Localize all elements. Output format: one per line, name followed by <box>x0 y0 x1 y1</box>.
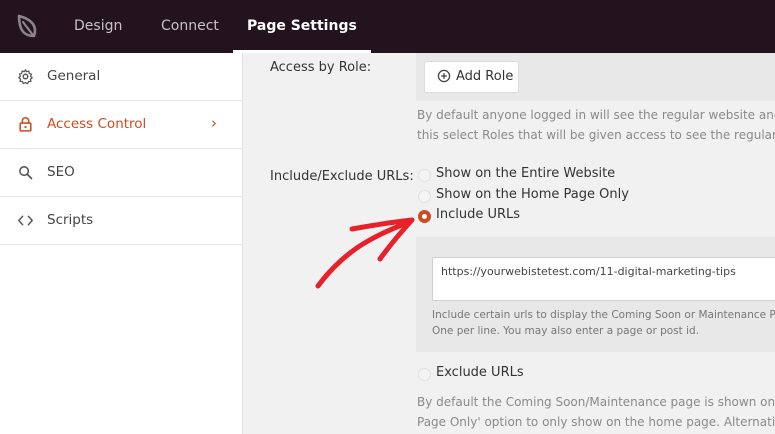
help-text-line: By default anyone logged in will see the… <box>417 108 775 122</box>
sidebar-item-access-control[interactable]: Access Control › <box>0 101 243 149</box>
radio-button[interactable] <box>418 190 431 203</box>
sidebar-item-label: SEO <box>47 164 75 180</box>
sidebar-item-scripts[interactable]: Scripts <box>0 197 243 245</box>
radio-label: Show on the Entire Website <box>436 166 616 181</box>
radio-button-selected[interactable] <box>418 210 431 223</box>
plus-circle-icon <box>437 69 451 83</box>
tab-design[interactable]: Design <box>74 0 122 53</box>
access-by-role-label: Access by Role: <box>270 60 372 75</box>
settings-sidebar: General Access Control › SEO Scripts <box>0 53 243 434</box>
include-exclude-urls-label: Include/Exclude URLs: <box>270 169 414 184</box>
include-urls-help: Include certain urls to display the Comi… <box>432 307 775 339</box>
help-text-line: One per line. You may also enter a page … <box>432 325 700 337</box>
help-text-line: Include certain urls to display the Comi… <box>432 309 775 321</box>
help-text-line: Page Only' option to only show on the ho… <box>417 415 775 429</box>
tab-page-settings[interactable]: Page Settings <box>233 0 371 53</box>
sidebar-item-label: General <box>47 68 101 84</box>
exclude-urls-help: By default the Coming Soon/Maintenance p… <box>417 392 775 432</box>
role-selector-box: Add Role <box>416 53 775 101</box>
chevron-right-icon: › <box>211 114 217 132</box>
radio-button[interactable] <box>418 368 431 381</box>
gear-icon <box>18 69 33 85</box>
search-icon <box>19 166 33 180</box>
include-urls-textarea[interactable]: https://yourwebistetest.com/11-digital-m… <box>432 257 775 301</box>
radio-button[interactable] <box>418 169 431 182</box>
sidebar-item-label: Access Control <box>47 116 147 132</box>
code-icon <box>18 215 33 226</box>
sidebar-item-seo[interactable]: SEO <box>0 149 243 197</box>
add-role-button[interactable]: Add Role <box>424 61 519 93</box>
logo-icon[interactable] <box>14 12 42 40</box>
sidebar-item-label: Scripts <box>47 212 94 228</box>
help-text-line: By default the Coming Soon/Maintenance p… <box>417 395 775 409</box>
radio-label: Show on the Home Page Only <box>436 187 629 202</box>
annotation-arrow-icon <box>315 217 415 289</box>
lock-icon <box>19 117 32 132</box>
radio-label: Exclude URLs <box>436 365 524 380</box>
radio-label: Include URLs <box>436 207 521 222</box>
help-text-line: this select Roles that will be given acc… <box>417 128 775 142</box>
access-by-role-help: By default anyone logged in will see the… <box>417 105 775 145</box>
top-navigation-bar: Design Connect Page Settings <box>0 0 775 53</box>
tab-connect[interactable]: Connect <box>161 0 219 53</box>
sidebar-item-general[interactable]: General <box>0 53 243 101</box>
include-urls-box: https://yourwebistetest.com/11-digital-m… <box>416 237 775 352</box>
add-role-label: Add Role <box>456 69 514 84</box>
